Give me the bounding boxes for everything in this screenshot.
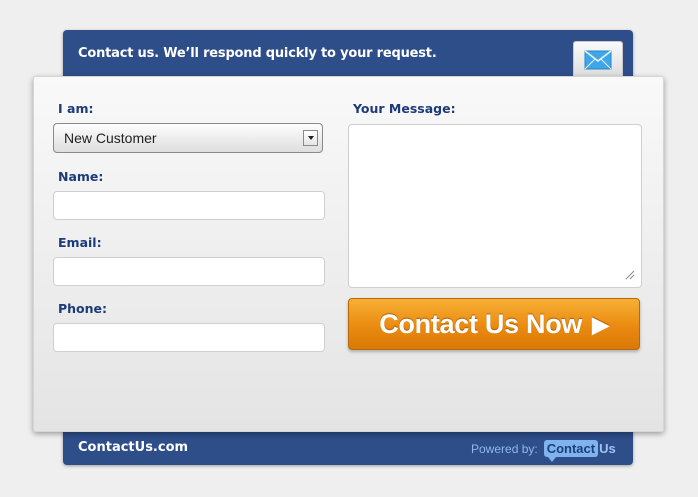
header-title: Contact us. We’ll respond quickly to you… — [78, 46, 437, 61]
contactus-logo[interactable]: Contact Us — [543, 440, 616, 462]
customer-type-value: New Customer — [64, 130, 157, 146]
customer-type-select[interactable]: New Customer — [53, 123, 323, 153]
resize-grip-icon[interactable] — [624, 269, 635, 280]
powered-by: Powered by: Contact Us — [471, 440, 616, 462]
email-label: Email: — [58, 235, 102, 250]
footer-site-link[interactable]: ContactUs.com — [78, 440, 188, 455]
powered-by-label: Powered by: — [471, 441, 538, 456]
envelope-icon — [584, 50, 612, 70]
play-arrow-icon: ▶ — [592, 311, 609, 337]
i-am-label: I am: — [58, 101, 94, 116]
submit-label: Contact Us Now — [379, 309, 583, 339]
name-field[interactable] — [53, 191, 325, 220]
mail-button[interactable] — [573, 41, 623, 79]
message-label: Your Message: — [353, 101, 456, 116]
contact-us-now-button[interactable]: Contact Us Now ▶ — [348, 298, 640, 350]
chevron-down-icon[interactable] — [303, 130, 318, 146]
message-field[interactable] — [348, 124, 642, 288]
logo-us-text: Us — [599, 441, 616, 456]
speech-bubble-icon — [547, 457, 556, 462]
email-field[interactable] — [53, 257, 325, 286]
name-label: Name: — [58, 169, 104, 184]
phone-field[interactable] — [53, 323, 325, 352]
phone-label: Phone: — [58, 301, 108, 316]
logo-contact-text: Contact — [543, 440, 599, 457]
